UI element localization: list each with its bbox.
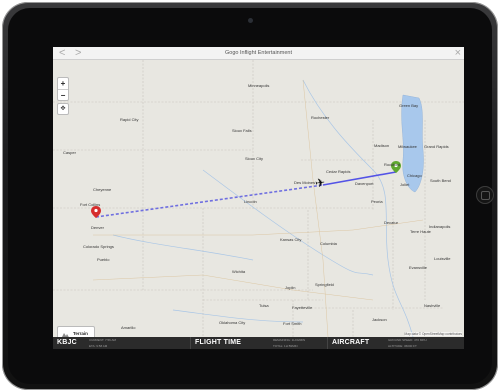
flight-time-segment: FLIGHT TIME REMAINING: 1H:02MIN TOTAL: 1… (190, 337, 328, 349)
city-label: Lincoln (244, 199, 257, 204)
terrain-label: Terrain (73, 331, 88, 336)
zoom-out-button[interactable]: − (58, 89, 68, 101)
city-label: Springfield (315, 282, 334, 287)
city-label: Pueblo (97, 257, 110, 262)
city-label: Casper (63, 150, 76, 155)
city-label: Madison (374, 143, 390, 148)
city-label: Cheyenne (93, 187, 112, 192)
eta-time: ETA: 9:58 AM (89, 344, 108, 348)
flight-map[interactable]: ✈ Minneapolis Green Bay Rochester Rapid Cit… (53, 60, 464, 344)
flight-info-bar: KBJC CURRENT: 7:56 AM ETA: 9:58 AM FLIGH… (53, 337, 464, 349)
map-attribution[interactable]: Map data © OpenStreetMap contributors (404, 332, 462, 336)
city-label: Rochester (311, 115, 330, 120)
remaining-time: REMAINING: 1H:02MIN (273, 338, 306, 342)
city-label: Colorado Springs (83, 244, 114, 249)
tablet-stage: < > Gogo Inflight Entertainment × ✈ Minn… (0, 0, 500, 392)
city-label: Green Bay (399, 103, 419, 108)
city-label: Cedar Rapids (326, 169, 351, 174)
city-label: Fort Smith (283, 321, 302, 326)
city-label: Terre Haute (410, 229, 431, 234)
city-label: Chicago (407, 173, 422, 178)
city-label: Evansville (409, 265, 428, 270)
route-remaining-dashed (95, 184, 324, 218)
airplane-icon: ✈ (314, 175, 326, 191)
route-layer (95, 171, 397, 218)
zoom-controls: + − (57, 77, 69, 101)
city-label: Amarillo (121, 325, 136, 330)
city-label: Fayetteville (292, 305, 313, 310)
ground-speed: GROUND SPEED: 470 MPH (388, 338, 427, 342)
origin-segment: KBJC CURRENT: 7:56 AM ETA: 9:58 AM (53, 337, 190, 349)
aircraft-title: AIRCRAFT (332, 339, 370, 346)
current-time: CURRENT: 7:56 AM (89, 338, 117, 342)
city-label: South Bend (430, 178, 451, 183)
city-label: Rapid City (120, 117, 139, 122)
city-label: Minneapolis (248, 83, 270, 88)
city-label: Kansas City (280, 237, 302, 242)
city-label: Milwaukee (398, 144, 417, 149)
window-title: Gogo Inflight Entertainment (225, 50, 292, 56)
altitude: ALTITUDE: 36000 FT (388, 344, 417, 348)
city-label: Jackson (372, 317, 387, 322)
camera-icon (248, 18, 253, 23)
city-label: Rockford (384, 162, 401, 167)
city-label: Joplin (285, 285, 296, 290)
home-button[interactable] (476, 186, 494, 204)
city-label: Nashville (424, 303, 441, 308)
origin-code: KBJC (57, 339, 77, 346)
city-label: Oklahoma City (219, 320, 246, 325)
city-label: Des Moines (294, 180, 316, 185)
city-label: Peoria (371, 199, 383, 204)
locate-button[interactable]: ✥ (57, 103, 69, 115)
city-label: Joliet (400, 182, 410, 187)
zoom-in-button[interactable]: + (58, 78, 68, 89)
total-time: TOTAL: 1H:59MIN (273, 344, 298, 348)
flight-time-title: FLIGHT TIME (195, 339, 242, 346)
city-label: Decatur (384, 220, 399, 225)
app-screen: < > Gogo Inflight Entertainment × ✈ Minn… (53, 47, 464, 349)
city-label: Tulsa (259, 303, 269, 308)
browser-titlebar: < > Gogo Inflight Entertainment × (53, 47, 464, 60)
city-label: Davenport (355, 181, 374, 186)
aircraft-segment: AIRCRAFT GROUND SPEED: 470 MPH ALTITUDE:… (327, 337, 464, 349)
city-label: Sioux Falls (232, 128, 252, 133)
city-label: Denver (91, 225, 104, 230)
city-label: Grand Rapids (424, 144, 449, 149)
city-label: Louisville (434, 256, 451, 261)
close-button[interactable]: × (455, 47, 461, 59)
city-label: Wichita (232, 269, 246, 274)
city-label: Columbia (320, 241, 337, 246)
city-label: Indianapolis (429, 224, 451, 229)
city-label: Fort Collins (80, 202, 101, 207)
city-label: Sioux City (245, 156, 264, 161)
